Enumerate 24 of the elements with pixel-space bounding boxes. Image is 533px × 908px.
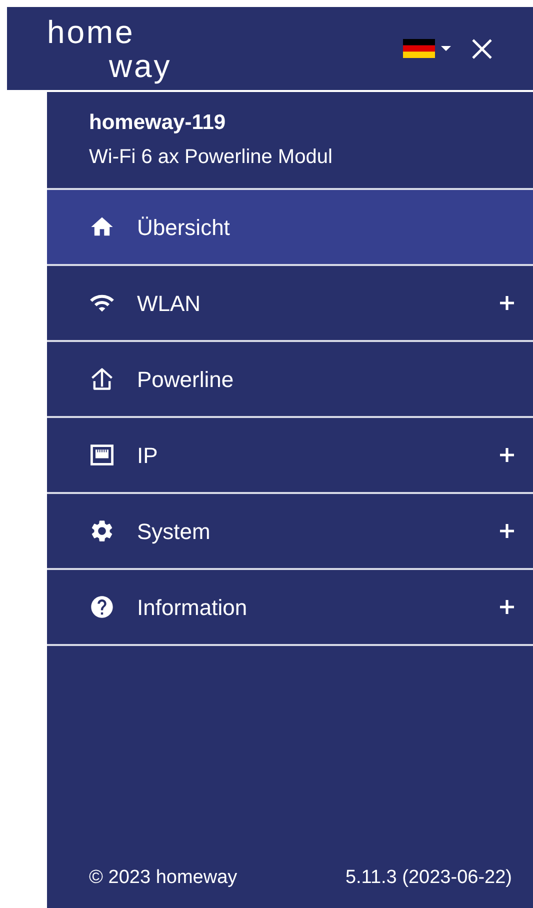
- plus-icon[interactable]: [500, 524, 514, 538]
- close-icon: [471, 38, 493, 60]
- language-selector[interactable]: [403, 39, 451, 58]
- menu-label: System: [137, 518, 212, 546]
- settings-icon: [89, 518, 115, 544]
- menu-label: Information: [137, 594, 248, 622]
- ethernet-port-icon: [89, 442, 115, 468]
- device-name: homeway-119: [89, 110, 227, 136]
- plus-icon[interactable]: [500, 448, 514, 462]
- plus-icon[interactable]: [500, 600, 514, 614]
- help-icon: [89, 594, 115, 620]
- version-text: 5.11.3 (2023-06-22): [345, 866, 512, 890]
- homeway-logo: home way: [47, 14, 172, 82]
- plus-icon[interactable]: [500, 296, 514, 310]
- menu-item[interactable]: Übersicht: [47, 190, 533, 266]
- flag-icon: [403, 39, 435, 58]
- device-model: Wi-Fi 6 ax Powerline Modul: [89, 144, 334, 170]
- house-upload-icon: [89, 366, 115, 392]
- menu-label: Übersicht: [137, 214, 231, 242]
- menu-label: WLAN: [137, 290, 202, 318]
- menu-label: Powerline: [137, 366, 235, 394]
- copyright-text: © 2023 homeway: [89, 866, 238, 890]
- caret-icon: [441, 46, 451, 51]
- menu-label: IP: [137, 442, 159, 470]
